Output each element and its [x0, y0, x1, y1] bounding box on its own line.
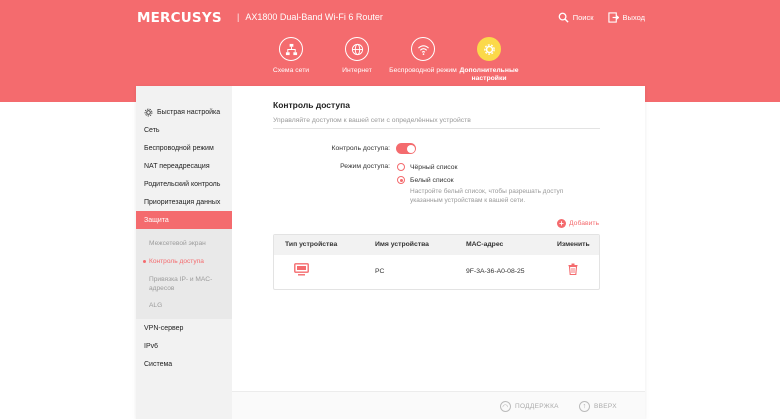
blacklist-label: Чёрный список [410, 164, 458, 171]
sidebar-item-security[interactable]: Защита [136, 211, 232, 229]
sidebar-item-qos[interactable]: Приоритезация данных [136, 193, 232, 211]
up-label: ВВЕРХ [594, 403, 617, 410]
column-header-edit: Изменить [557, 241, 590, 248]
add-device-button[interactable]: + Добавить [557, 219, 599, 228]
model-text: AX1800 Dual-Band Wi-Fi 6 Router [245, 12, 383, 22]
title-divider [273, 128, 600, 129]
access-mode-label: Режим доступа: [340, 163, 390, 170]
model-name: | AX1800 Dual-Band Wi-Fi 6 Router [237, 12, 383, 22]
title-separator: | [237, 12, 240, 22]
sidebar-item-wireless[interactable]: Беспроводной режим [136, 139, 232, 157]
sidebar-item-quick-setup[interactable]: Быстрая настройка [136, 103, 232, 121]
sidebar-item-label: Система [144, 360, 173, 368]
network-map-icon [279, 37, 303, 61]
trash-icon[interactable] [568, 263, 578, 275]
logout-label: Выход [622, 13, 645, 22]
support-label: ПОДДЕРЖКА [515, 403, 559, 410]
content-area: Контроль доступа Управляйте доступом к в… [232, 86, 645, 419]
column-header-mac: МАС-адрес [466, 241, 504, 248]
search-label: Поиск [572, 13, 594, 22]
back-to-top-link[interactable]: ↑ ВВЕРХ [579, 401, 617, 412]
logout-button[interactable]: Выход [607, 12, 645, 23]
wifi-icon [411, 37, 435, 61]
column-header-type: Тип устройства [285, 241, 338, 248]
sidebar-item-system[interactable]: Система [136, 355, 232, 373]
sidebar-item-label: Защита [144, 216, 169, 224]
sidebar-subitem-access-control[interactable]: Контроль доступа [143, 257, 204, 266]
blacklist-radio[interactable] [397, 163, 405, 171]
sidebar-subitem-alg[interactable]: ALG [149, 301, 162, 310]
sidebar-item-label: Приоритезация данных [144, 198, 221, 206]
access-control-toggle[interactable] [396, 143, 416, 154]
add-label: Добавить [569, 220, 600, 227]
sidebar-item-vpn[interactable]: VPN-сервер [136, 319, 232, 337]
whitelist-hint: Настройте белый список, чтобы разрешать … [410, 188, 564, 205]
tab-label: Беспроводной режим [389, 67, 457, 74]
tab-label: Схема сети [272, 67, 310, 74]
gear-icon [144, 108, 153, 116]
sidebar-item-parental[interactable]: Родительский контроль [136, 175, 232, 193]
toggle-knob [406, 144, 415, 153]
gear-icon [477, 37, 501, 61]
sidebar-item-ipv6[interactable]: IPv6 [136, 337, 232, 355]
device-name-cell: PC [375, 268, 385, 275]
plus-icon: + [557, 219, 566, 228]
arrow-up-icon: ↑ [579, 401, 590, 412]
support-link[interactable]: ◠ ПОДДЕРЖКА [500, 401, 559, 412]
tab-label: Интернет [342, 67, 372, 74]
brand-logo: MERCUSYS [137, 10, 222, 26]
computer-icon [294, 263, 309, 276]
top-links: Поиск Выход [558, 12, 645, 23]
sidebar-item-label: Быстрая настройка [157, 108, 221, 116]
page-description: Управляйте доступом к вашей сети с опред… [273, 117, 471, 124]
whitelist-radio[interactable] [397, 176, 405, 184]
tab-advanced[interactable]: Дополнительные настройки [449, 37, 529, 84]
sidebar-subitem-ip-mac-binding[interactable]: Привязка IP- и MAC-адресов [149, 275, 227, 293]
access-control-label: Контроль доступа: [331, 145, 391, 152]
sidebar-item-label: IPv6 [144, 342, 159, 350]
table-header: Тип устройства Имя устройства МАС-адрес … [274, 235, 599, 255]
sidebar-item-label: Беспроводной режим [144, 144, 214, 152]
page-footer: ◠ ПОДДЕРЖКА ↑ ВВЕРХ [232, 391, 645, 419]
sidebar-item-network[interactable]: Сеть [136, 121, 232, 139]
whitelist-label: Белый список [410, 177, 454, 184]
sidebar-item-nat[interactable]: NAT переадресация [136, 157, 232, 175]
globe-icon [345, 37, 369, 61]
sidebar-item-label: Сеть [144, 126, 160, 134]
logout-icon [607, 12, 619, 23]
mac-address-cell: 9F-3A-36-A0-08-25 [466, 268, 525, 275]
main-panel: Быстрая настройка Сеть Беспроводной режи… [136, 86, 645, 419]
sidebar-item-label: VPN-сервер [144, 324, 184, 332]
headset-icon: ◠ [500, 401, 511, 412]
device-table: Тип устройства Имя устройства МАС-адрес … [273, 234, 600, 290]
tab-label: Дополнительные настройки [459, 67, 519, 83]
column-header-name: Имя устройства [375, 241, 429, 248]
sidebar-submenu: Межсетевой экран Контроль доступа Привяз… [136, 229, 232, 319]
search-button[interactable]: Поиск [558, 12, 594, 23]
sidebar-item-label: NAT переадресация [144, 162, 210, 170]
sidebar-subitem-firewall[interactable]: Межсетевой экран [149, 239, 206, 248]
page-title: Контроль доступа [273, 100, 351, 110]
sidebar: Быстрая настройка Сеть Беспроводной режи… [136, 86, 232, 419]
search-icon [558, 12, 569, 23]
sidebar-item-label: Родительский контроль [144, 180, 221, 188]
